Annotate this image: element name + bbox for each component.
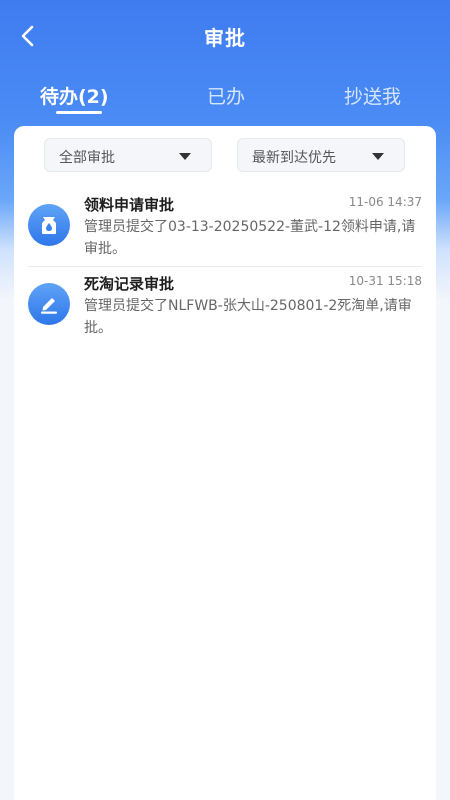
sort-order-dropdown[interactable]: 最新到达优先 xyxy=(237,138,405,172)
list-item[interactable]: 死淘记录审批 10-31 15:18 管理员提交了NLFWB-张大山-25080… xyxy=(28,267,422,345)
item-timestamp: 10-31 15:18 xyxy=(348,274,422,288)
item-description: 管理员提交了NLFWB-张大山-250801-2死淘单,请审批。 xyxy=(84,298,412,336)
caret-down-icon xyxy=(179,153,191,160)
item-timestamp: 11-06 14:37 xyxy=(348,195,422,209)
app-header: 审批 xyxy=(0,0,450,70)
approval-type-selected: 全部审批 xyxy=(59,150,115,166)
item-avatar xyxy=(28,204,70,246)
item-title: 领料申请审批 xyxy=(84,196,175,214)
edit-pen-icon xyxy=(41,298,57,314)
caret-down-icon xyxy=(372,153,384,160)
approval-tabs: 待办(2) 已办 抄送我 xyxy=(0,82,450,118)
active-tab-indicator xyxy=(56,111,102,114)
item-description: 管理员提交了03-13-20250522-董武-12领料申请,请审批。 xyxy=(84,219,416,257)
tab-done[interactable]: 已办 xyxy=(207,82,245,109)
tab-pending[interactable]: 待办(2) xyxy=(40,82,109,109)
filter-bar: 全部审批 最新到达优先 xyxy=(14,138,436,174)
page-title: 审批 xyxy=(204,26,246,50)
approval-list: 领料申请审批 11-06 14:37 管理员提交了03-13-20250522-… xyxy=(14,188,436,345)
item-avatar xyxy=(28,283,70,325)
sort-order-selected: 最新到达优先 xyxy=(252,150,336,166)
material-bag-icon xyxy=(42,217,56,234)
list-item[interactable]: 领料申请审批 11-06 14:37 管理员提交了03-13-20250522-… xyxy=(28,188,422,267)
item-title: 死淘记录审批 xyxy=(84,275,175,293)
approval-type-dropdown[interactable]: 全部审批 xyxy=(44,138,212,172)
tab-cc-me[interactable]: 抄送我 xyxy=(344,82,401,109)
approval-list-card: 全部审批 最新到达优先 领料申请审批 11-06 14:37 管理员提交了03-… xyxy=(14,126,436,800)
